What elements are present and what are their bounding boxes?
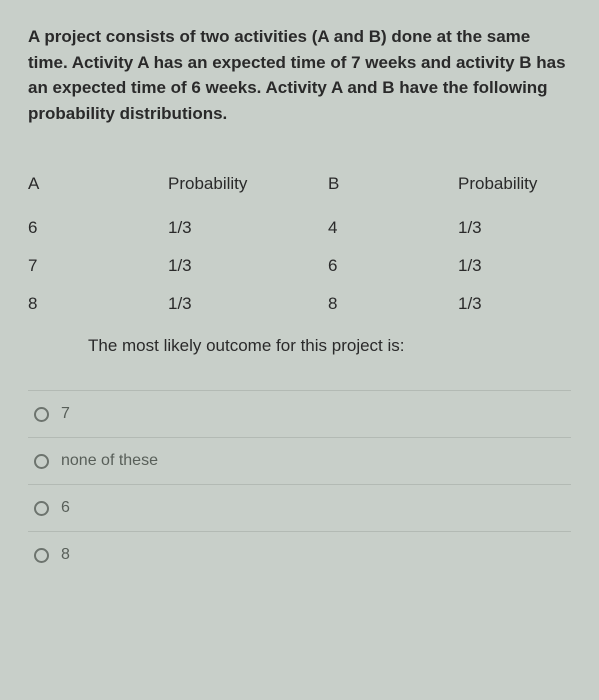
table-cell: 4	[328, 218, 458, 238]
question-text: The most likely outcome for this project…	[88, 336, 571, 356]
table-cell: 7	[28, 256, 168, 276]
radio-icon	[34, 407, 49, 422]
option-7[interactable]: 7	[28, 390, 571, 437]
table-cell: 1/3	[168, 218, 328, 238]
probability-table: A 6 7 8 Probability 1/3 1/3 1/3 B 4 6 8 …	[28, 174, 571, 314]
radio-icon	[34, 454, 49, 469]
table-cell: 8	[328, 294, 458, 314]
table-cell: 1/3	[458, 218, 568, 238]
options-list: 7 none of these 6 8	[28, 390, 571, 578]
table-cell: 1/3	[168, 256, 328, 276]
table-cell: 6	[28, 218, 168, 238]
table-cell: 6	[328, 256, 458, 276]
problem-intro: A project consists of two activities (A …	[28, 24, 571, 126]
table-header-prob-a: Probability	[168, 174, 328, 194]
radio-icon	[34, 548, 49, 563]
intro-text: A project consists of two activities (A …	[28, 27, 566, 123]
table-header-a: A	[28, 174, 168, 194]
table-cell: 1/3	[458, 294, 568, 314]
radio-icon	[34, 501, 49, 516]
table-header-b: B	[328, 174, 458, 194]
table-header-prob-b: Probability	[458, 174, 568, 194]
table-cell: 1/3	[458, 256, 568, 276]
option-label: 8	[61, 546, 70, 564]
option-8[interactable]: 8	[28, 531, 571, 578]
option-label: 7	[61, 405, 70, 423]
option-label: none of these	[61, 452, 158, 470]
table-cell: 8	[28, 294, 168, 314]
option-6[interactable]: 6	[28, 484, 571, 531]
table-cell: 1/3	[168, 294, 328, 314]
option-none[interactable]: none of these	[28, 437, 571, 484]
option-label: 6	[61, 499, 70, 517]
